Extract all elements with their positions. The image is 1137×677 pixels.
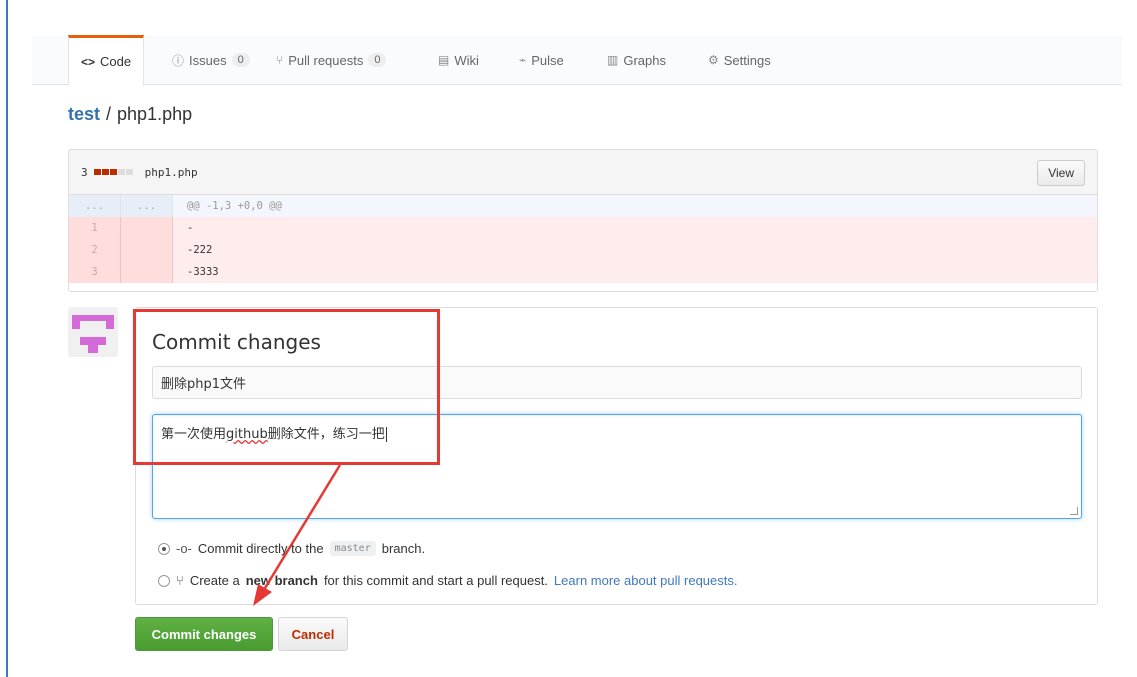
option-new-bold: new branch — [245, 573, 318, 588]
tab-label: Settings — [723, 52, 771, 68]
diff-change-count: 3 — [81, 165, 88, 179]
tab-label: Code — [100, 54, 132, 69]
tab-code[interactable]: <> Code — [68, 35, 145, 86]
branch-name: master — [329, 541, 376, 556]
avatar-pixel — [88, 345, 98, 353]
option-new-branch[interactable]: ⑂ Create a new branch for this commit an… — [158, 573, 737, 588]
tab-graphs[interactable]: ▥ Graphs — [595, 35, 678, 85]
hunk-header: @@ -1,3 +0,0 @@ — [187, 200, 282, 212]
diff-file-header: 3 php1.php View — [69, 150, 1097, 195]
option-new-suffix: for this commit and start a pull request… — [323, 573, 548, 588]
pulse-icon: ⌁ — [519, 53, 527, 67]
top-strip — [8, 0, 1137, 9]
diffstat-block — [125, 169, 133, 175]
radio-button-checked[interactable] — [158, 542, 170, 555]
diffstat-block — [93, 169, 101, 175]
tab-pulse[interactable]: ⌁ Pulse — [507, 35, 576, 85]
code-icon: <> — [81, 54, 96, 69]
new-line-number — [121, 217, 173, 239]
diff-file: 3 php1.php View ... ... @@ -1,3 +0,0 @@ … — [68, 149, 1098, 292]
repo-link[interactable]: test — [68, 104, 100, 125]
pull-request-icon: ⑂ — [276, 53, 284, 67]
diffstat-block — [109, 169, 117, 175]
option-commit-direct[interactable]: -o- Commit directly to the master branch… — [158, 541, 425, 556]
commit-icon: -o- — [176, 541, 192, 556]
issue-icon: ⓘ — [172, 53, 185, 68]
diffstat-bar — [93, 169, 133, 175]
learn-more-link[interactable]: Learn more about pull requests. — [554, 573, 738, 588]
avatar-pixel — [72, 321, 80, 329]
new-line-number — [121, 239, 173, 261]
old-line-number[interactable]: ... — [69, 195, 121, 217]
window-edge — [6, 0, 8, 677]
deleted-line-row: 2 -222 — [69, 239, 1097, 261]
tab-label: Pull requests — [288, 52, 364, 68]
tab-settings[interactable]: ⚙ Settings — [696, 35, 783, 85]
tab-label: Graphs — [623, 52, 666, 68]
option-direct-prefix: Commit directly to the — [197, 541, 324, 556]
deleted-line-code: -3333 — [187, 266, 219, 278]
deleted-line-row: 3 -3333 — [69, 261, 1097, 283]
avatar[interactable] — [68, 307, 118, 357]
pull-requests-counter: 0 — [368, 53, 387, 67]
tab-wiki[interactable]: ▤ Wiki — [426, 35, 491, 85]
tab-pull-requests[interactable]: ⑂ Pull requests 0 — [264, 35, 398, 85]
deleted-line-code: - — [187, 222, 194, 234]
option-new-prefix: Create a — [189, 573, 240, 588]
avatar-pixel — [80, 337, 106, 345]
tab-label: Wiki — [454, 52, 479, 68]
diff-file-name: php1.php — [144, 165, 198, 179]
deleted-line-row: 1 - — [69, 217, 1097, 239]
old-line-number[interactable]: 3 — [69, 261, 121, 283]
breadcrumb: test / php1.php — [68, 104, 192, 125]
pull-request-icon: ⑂ — [176, 573, 184, 588]
hunk-header-row: ... ... @@ -1,3 +0,0 @@ — [69, 195, 1097, 217]
gear-icon: ⚙ — [708, 53, 719, 67]
annotation-highlight-box — [133, 309, 440, 465]
avatar-pixel — [106, 321, 114, 329]
new-line-number[interactable]: ... — [121, 195, 173, 217]
new-line-number — [121, 261, 173, 283]
tab-label: Issues — [189, 52, 227, 68]
graph-icon: ▥ — [607, 53, 619, 67]
issues-counter: 0 — [231, 53, 250, 67]
deleted-line-code: -222 — [187, 244, 213, 256]
book-icon: ▤ — [438, 53, 450, 67]
old-line-number[interactable]: 2 — [69, 239, 121, 261]
repo-nav: <> Code ⓘ Issues 0 ⑂ Pull requests 0 ▤ W… — [32, 35, 1122, 86]
file-name-title: php1.php — [117, 104, 193, 124]
tab-label: Pulse — [531, 52, 564, 68]
option-direct-suffix: branch. — [381, 541, 426, 556]
breadcrumb-separator: / — [106, 104, 112, 124]
commit-changes-button[interactable]: Commit changes — [135, 617, 273, 651]
diffstat-block — [101, 169, 109, 175]
old-line-number[interactable]: 1 — [69, 217, 121, 239]
cancel-button[interactable]: Cancel — [278, 617, 348, 651]
diffstat-block — [117, 169, 125, 175]
resize-handle[interactable] — [1070, 507, 1078, 515]
radio-button[interactable] — [158, 574, 170, 587]
tab-issues[interactable]: ⓘ Issues 0 — [160, 35, 262, 85]
view-file-button[interactable]: View — [1037, 160, 1085, 186]
